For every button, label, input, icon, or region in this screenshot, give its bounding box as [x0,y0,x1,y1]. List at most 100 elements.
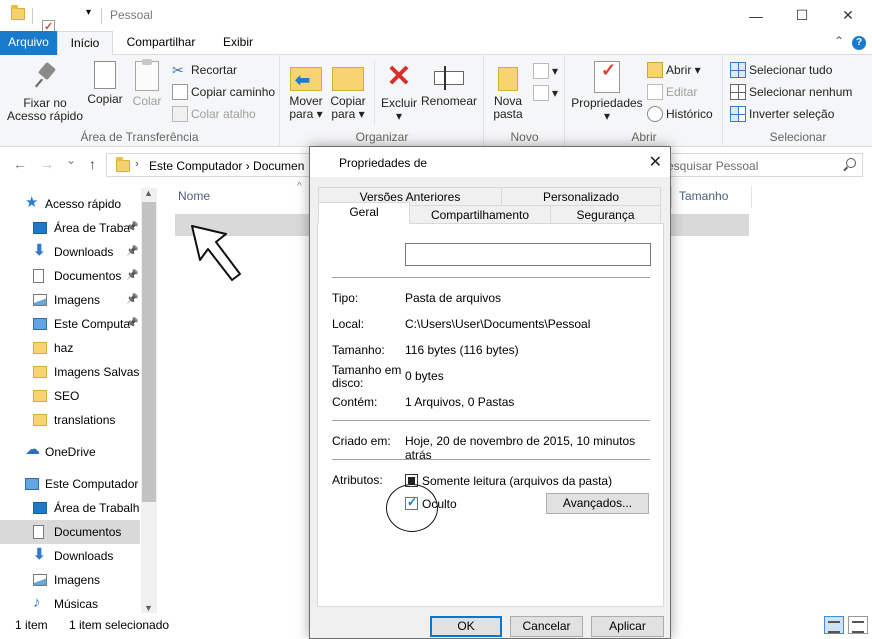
scroll-up-icon[interactable]: ▲ [144,188,153,198]
nav-item[interactable]: ⬇ Downloads 📌 [0,240,140,264]
new-item-icon [533,62,549,79]
nav-scrollbar-thumb[interactable] [142,202,156,502]
copy-to-icon [332,67,364,91]
tab-personalizado[interactable]: Personalizado [501,187,661,206]
status-item-count: 1 item [15,618,48,632]
rename-button[interactable]: Renomear [421,59,477,108]
properties-label-line2: ▾ [603,109,611,123]
column-header-size[interactable]: Tamanho [679,189,728,203]
tab-arquivo[interactable]: Arquivo [0,31,57,55]
edit-button[interactable]: Editar [647,82,697,102]
new-folder-button[interactable]: Nova pasta [489,59,527,121]
history-button[interactable]: Histórico [647,104,713,124]
nav-item[interactable]: Imagens 📌 [0,288,140,312]
column-divider[interactable] [751,186,752,208]
folder-icon [33,390,47,402]
tab-exibir[interactable]: Exibir [210,31,266,55]
nav-scrollbar[interactable]: ▲ ▼ [141,188,157,613]
nav-item-label: Imagens [54,573,101,587]
nav-item[interactable]: ★ Acesso rápido [0,192,140,216]
pin-icon: 📌 [126,222,139,233]
cut-button[interactable]: Recortar [172,60,237,80]
nav-item[interactable]: Área de Traba 📌 [0,216,140,240]
open-group: Propriedades ▾ Abrir ▾ Editar Histórico … [566,55,723,147]
cancel-button[interactable]: Cancelar [510,616,583,637]
move-to-button[interactable]: ⬅ Mover para ▾ [285,59,327,121]
select-none-label: Selecionar nenhum [749,85,853,99]
ok-button[interactable]: OK [430,616,502,637]
divider [32,8,33,24]
select-none-button[interactable]: Selecionar nenhum [730,82,852,102]
delete-button[interactable]: ✕ Excluir ▾ [379,59,419,123]
paste-shortcut-button[interactable]: Colar atalho [172,104,256,124]
document-icon [33,269,44,283]
customize-quick-access-icon[interactable]: ▾ [86,7,91,18]
large-icons-view-icon[interactable] [848,616,868,634]
open-label: Abrir ▾ [666,63,701,77]
column-divider[interactable] [671,186,672,208]
tamanho-value: 116 bytes (116 bytes) [405,343,519,357]
copy-label: Copiar [87,92,123,106]
apply-button[interactable]: Aplicar [591,616,664,637]
collapse-ribbon-icon[interactable]: ⌃ [834,34,844,48]
properties-dialog: Propriedades de ✕ Versões Anteriores Per… [309,146,671,639]
nav-item[interactable]: translations [0,408,140,432]
properties-button[interactable]: Propriedades ▾ [570,59,644,123]
nav-item[interactable]: Este Computador [0,472,140,496]
invert-selection-button[interactable]: Inverter seleção [730,104,834,124]
nav-item[interactable]: haz [0,336,140,360]
up-button[interactable]: ↑ [89,156,96,172]
folder-icon [33,366,47,378]
folder-name-input[interactable] [405,243,651,266]
easy-access-button[interactable]: ▾ [533,83,558,103]
nav-item[interactable]: Este Computa 📌 [0,312,140,336]
tab-geral[interactable]: Geral [318,202,410,224]
close-button[interactable]: ✕ [825,0,871,31]
forward-button[interactable]: → [40,156,54,172]
tab-seguranca[interactable]: Segurança [550,205,661,224]
copy-to-button[interactable]: Copiar para ▾ [327,59,369,121]
copy-path-button[interactable]: Copiar caminho [172,82,275,102]
nav-item[interactable]: SEO [0,384,140,408]
tab-inicio[interactable]: Início [57,31,113,56]
nav-item[interactable]: Imagens [0,568,140,592]
maximize-button[interactable]: ☐ [779,0,825,31]
tab-compartilhar[interactable]: Compartilhar [118,31,204,55]
move-label-line2: para ▾ [289,107,323,121]
search-icon[interactable] [846,158,856,168]
back-button[interactable]: ← [13,156,27,172]
sort-ascending-icon: ^ [297,181,302,192]
advanced-button[interactable]: Avançados... [546,493,649,514]
nav-item[interactable]: ⬇ Downloads [0,544,140,568]
nav-item[interactable]: Documentos 📌 [0,264,140,288]
scissors-icon [172,60,188,80]
pin-quick-access-button[interactable]: Fixar no Acesso rápido [6,59,84,123]
open-button[interactable]: Abrir ▾ [647,60,701,80]
readonly-label: Somente leitura (arquivos da pasta) [422,474,613,488]
recent-locations-button[interactable]: ⌄ [66,153,76,167]
nav-item[interactable]: Área de Trabalho [0,496,140,520]
column-header-name[interactable]: Nome [178,189,210,203]
new-item-button[interactable]: ▾ [533,61,558,81]
select-group-label: Selecionar [769,130,827,144]
music-icon: ♪ [33,594,41,611]
address-bar[interactable]: › Este Computador › Documen [106,153,312,177]
open-group-label: Abrir [631,130,657,144]
nav-item[interactable]: Documentos [0,520,140,544]
scroll-down-icon[interactable]: ▼ [144,603,153,613]
minimize-button[interactable]: — [733,0,779,31]
dialog-close-button[interactable]: ✕ [649,152,662,172]
details-view-icon[interactable] [824,616,844,634]
search-input[interactable]: esquisar Pessoal [664,153,863,177]
computer-icon [33,318,47,330]
nav-item[interactable]: Imagens Salvas [0,360,140,384]
select-all-button[interactable]: Selecionar tudo [730,60,832,80]
download-icon: ⬇ [33,242,46,259]
new-folder-icon [498,67,518,91]
paste-button[interactable]: Colar [128,59,166,108]
criado-label: Criado em: [332,434,391,448]
help-icon[interactable]: ? [852,36,866,50]
copy-button[interactable]: Copiar [84,59,126,106]
nav-item[interactable]: ☁ OneDrive [0,440,140,464]
tab-compartilhamento[interactable]: Compartilhamento [409,205,551,224]
